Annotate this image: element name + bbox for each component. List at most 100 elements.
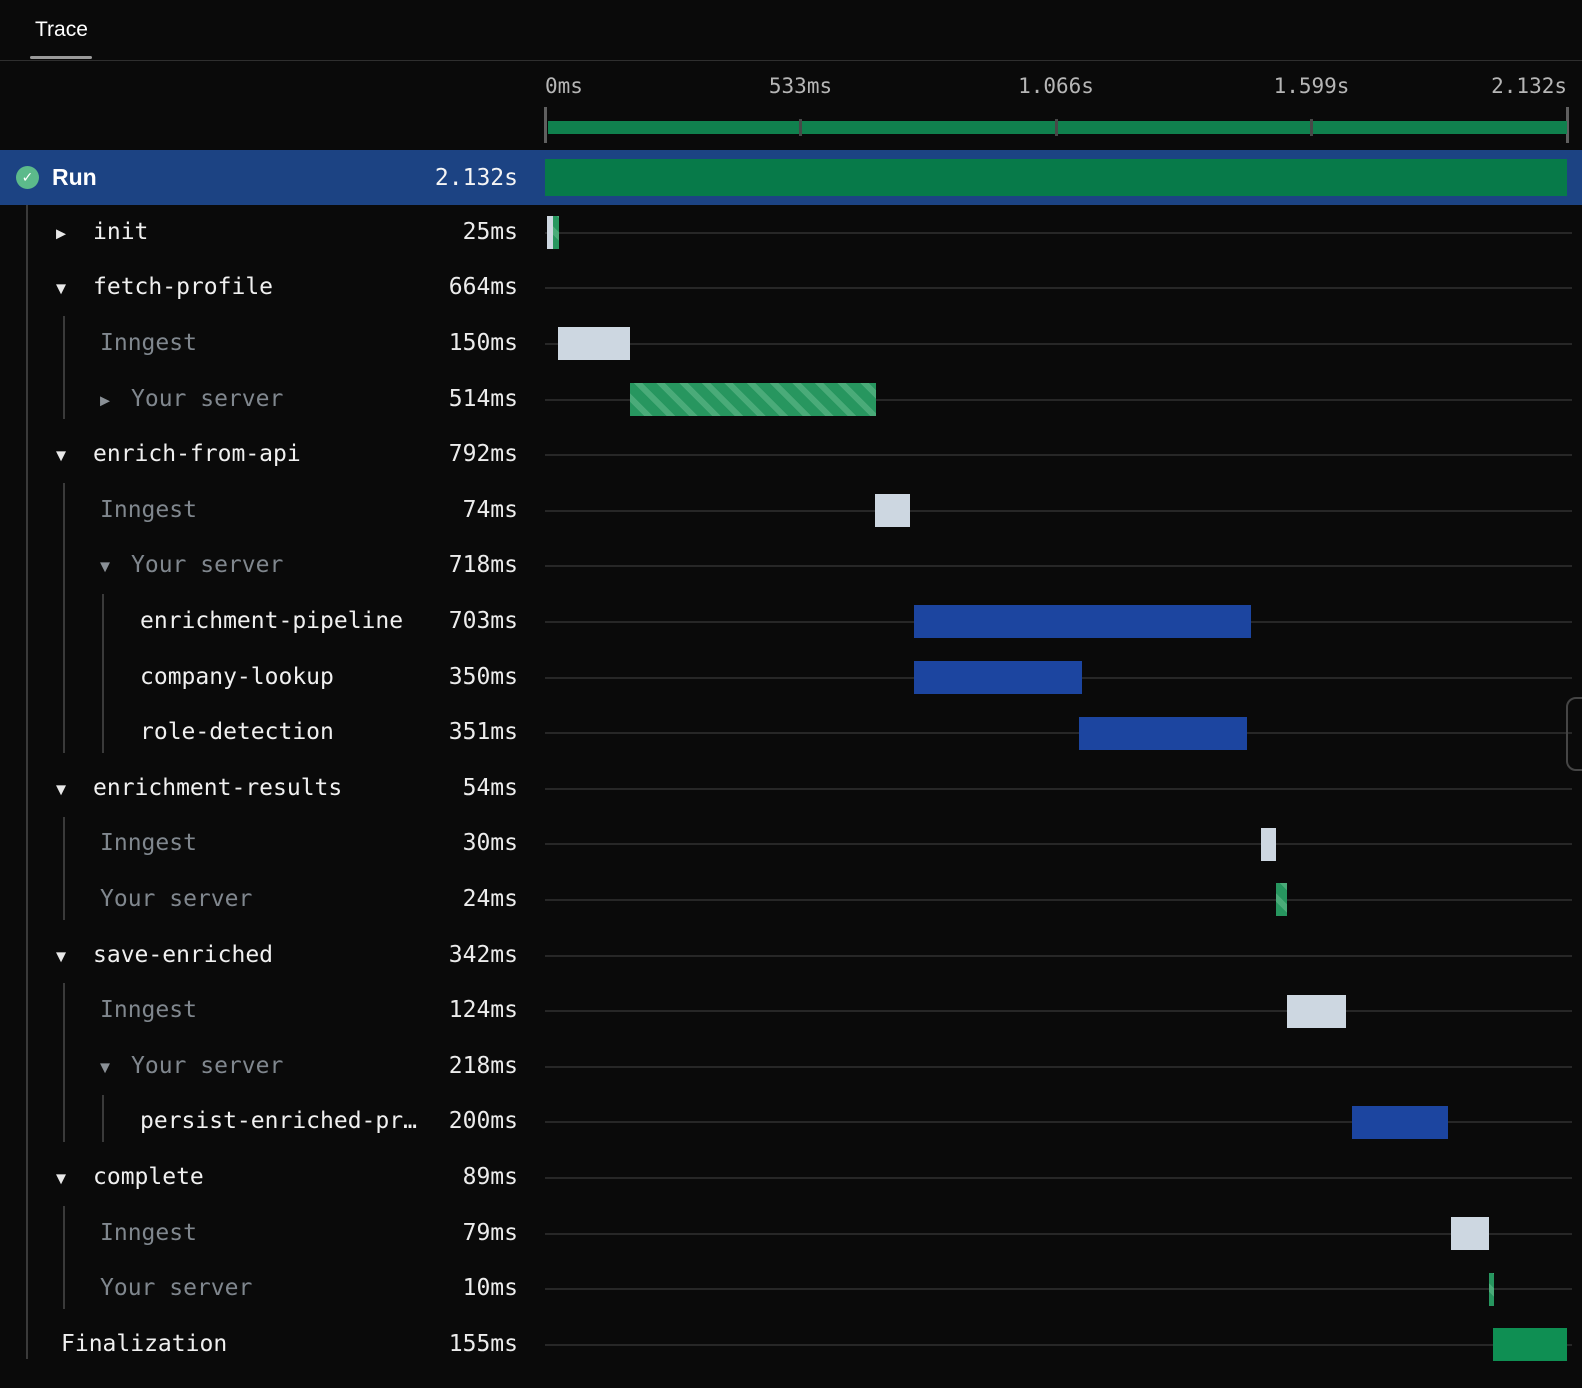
span-label: role-detection	[140, 719, 334, 746]
tab-bar: Trace	[0, 0, 1582, 61]
trace-row-fetch-profile[interactable]: ▾ fetch-profile 664ms	[0, 261, 1582, 317]
trace-row-your-server[interactable]: Your server 10ms	[0, 1261, 1582, 1317]
span-bar-hatch[interactable]	[629, 383, 877, 417]
chevron-down-icon[interactable]: ▾	[56, 1168, 66, 1188]
tab-trace-label: Trace	[35, 17, 88, 41]
span-bar-hatch[interactable]	[553, 216, 559, 250]
minimap-progress-bar[interactable]	[548, 121, 1567, 134]
chevron-down-icon[interactable]: ▾	[56, 278, 66, 298]
span-label: complete	[93, 1163, 204, 1190]
trace-row-your-server[interactable]: ▸ Your server 514ms	[0, 372, 1582, 428]
span-label: Inngest	[100, 329, 197, 356]
span-duration: 342ms	[448, 941, 518, 968]
row-guide-line	[545, 454, 1572, 457]
span-label: Inngest	[100, 830, 197, 857]
span-label: save-enriched	[93, 941, 274, 968]
ruler-tick-mark	[1054, 119, 1058, 136]
span-bar-light[interactable]	[1450, 1217, 1489, 1251]
chevron-right-icon[interactable]: ▸	[100, 389, 110, 409]
span-label: Inngest	[100, 1219, 197, 1246]
ruler-tick-mark	[1310, 119, 1313, 136]
trace-row-inngest[interactable]: Inngest 79ms	[0, 1206, 1582, 1262]
trace-row-inngest[interactable]: Inngest 74ms	[0, 483, 1582, 539]
span-label: enrichment-pipeline	[140, 607, 404, 634]
span-duration: 218ms	[448, 1052, 518, 1079]
span-bar-blue[interactable]	[1351, 1105, 1448, 1139]
row-guide-line	[545, 231, 1572, 234]
trace-row-save-enriched[interactable]: ▾ save-enriched 342ms	[0, 928, 1582, 984]
span-label: enrich-from-api	[93, 441, 301, 468]
trace-row-role-detection[interactable]: role-detection 351ms	[0, 705, 1582, 761]
span-bar-light[interactable]	[1287, 994, 1347, 1028]
span-bar-green[interactable]	[1492, 1328, 1567, 1362]
span-duration: 10ms	[462, 1275, 518, 1302]
span-bar-blue[interactable]	[1079, 716, 1248, 750]
indent-guide-line	[63, 483, 65, 753]
trace-row-inngest[interactable]: Inngest 30ms	[0, 817, 1582, 873]
chevron-down-icon[interactable]: ▾	[56, 445, 66, 465]
indent-guide-line	[63, 1205, 65, 1309]
run-span-bar[interactable]	[545, 159, 1567, 196]
span-duration: 74ms	[462, 496, 518, 523]
row-guide-line	[545, 954, 1572, 957]
trace-row-enrichment-results[interactable]: ▾ enrichment-results 54ms	[0, 761, 1582, 817]
span-duration: 718ms	[448, 552, 518, 579]
row-guide-line	[545, 1010, 1572, 1013]
row-guide-line	[545, 1232, 1572, 1235]
run-row[interactable]: ✓ Run 2.132s	[0, 150, 1582, 205]
trace-row-your-server[interactable]: ▾ Your server 218ms	[0, 1039, 1582, 1095]
chevron-down-icon[interactable]: ▾	[56, 945, 66, 965]
chevron-down-icon[interactable]: ▾	[56, 778, 66, 798]
row-guide-line	[545, 732, 1572, 735]
ruler-tick-mark	[543, 107, 547, 143]
row-guide-line	[545, 1176, 1572, 1179]
span-duration: 664ms	[448, 274, 518, 301]
span-bar-hatch[interactable]	[1275, 883, 1288, 917]
chevron-right-icon[interactable]: ▸	[56, 222, 66, 242]
row-guide-line	[545, 1288, 1572, 1291]
row-guide-line	[545, 287, 1572, 290]
trace-row-your-server[interactable]: Your server 24ms	[0, 872, 1582, 928]
ruler-tick-label: 533ms	[768, 74, 833, 98]
span-label: Your server	[131, 552, 284, 579]
span-label: init	[93, 218, 149, 245]
trace-row-complete[interactable]: ▾ complete 89ms	[0, 1150, 1582, 1206]
ruler-tick-label: 2.132s	[1491, 74, 1567, 98]
trace-row-finalization[interactable]: Finalization 155ms	[0, 1317, 1582, 1373]
trace-row-your-server[interactable]: ▾ Your server 718ms	[0, 539, 1582, 595]
span-bar-blue[interactable]	[914, 605, 1252, 639]
span-bar-light[interactable]	[1261, 827, 1276, 861]
span-bar-blue[interactable]	[914, 661, 1082, 695]
run-duration: 2.132s	[434, 164, 518, 191]
trace-row-enrichment-pipeline[interactable]: enrichment-pipeline 703ms	[0, 594, 1582, 650]
row-guide-line	[545, 509, 1572, 512]
scrollbar-thumb[interactable]	[1566, 697, 1582, 771]
span-duration: 514ms	[448, 385, 518, 412]
span-label: fetch-profile	[93, 274, 274, 301]
span-duration: 89ms	[462, 1163, 518, 1190]
tab-active-underline	[30, 56, 92, 59]
trace-row-inngest[interactable]: Inngest 124ms	[0, 983, 1582, 1039]
tab-trace[interactable]: Trace	[35, 0, 88, 59]
indent-guide-line	[102, 594, 104, 753]
span-label: Your server	[100, 885, 253, 912]
timeline-ruler[interactable]: 0ms 533ms 1.066s 1.599s 2.132s	[0, 60, 1582, 150]
span-bar-hatch[interactable]	[1488, 1272, 1494, 1306]
run-label: Run	[52, 164, 97, 190]
span-label: Your server	[100, 1275, 253, 1302]
chevron-down-icon[interactable]: ▾	[100, 556, 110, 576]
trace-row-inngest[interactable]: Inngest 150ms	[0, 316, 1582, 372]
trace-row-enrich-from-api[interactable]: ▾ enrich-from-api 792ms	[0, 427, 1582, 483]
chevron-down-icon[interactable]: ▾	[100, 1056, 110, 1076]
row-guide-line	[545, 565, 1572, 568]
row-guide-line	[545, 843, 1572, 846]
success-check-icon: ✓	[16, 166, 39, 189]
span-label: Your server	[131, 1052, 284, 1079]
span-bar-light[interactable]	[557, 327, 630, 361]
span-bar-light[interactable]	[874, 494, 911, 528]
trace-row-init[interactable]: ▸ init 25ms	[0, 205, 1582, 261]
indent-guide-line	[102, 1094, 104, 1143]
trace-row-company-lookup[interactable]: company-lookup 350ms	[0, 650, 1582, 706]
span-duration: 351ms	[448, 719, 518, 746]
trace-row-persist-enriched-pr-[interactable]: persist-enriched-pr… 200ms	[0, 1095, 1582, 1151]
